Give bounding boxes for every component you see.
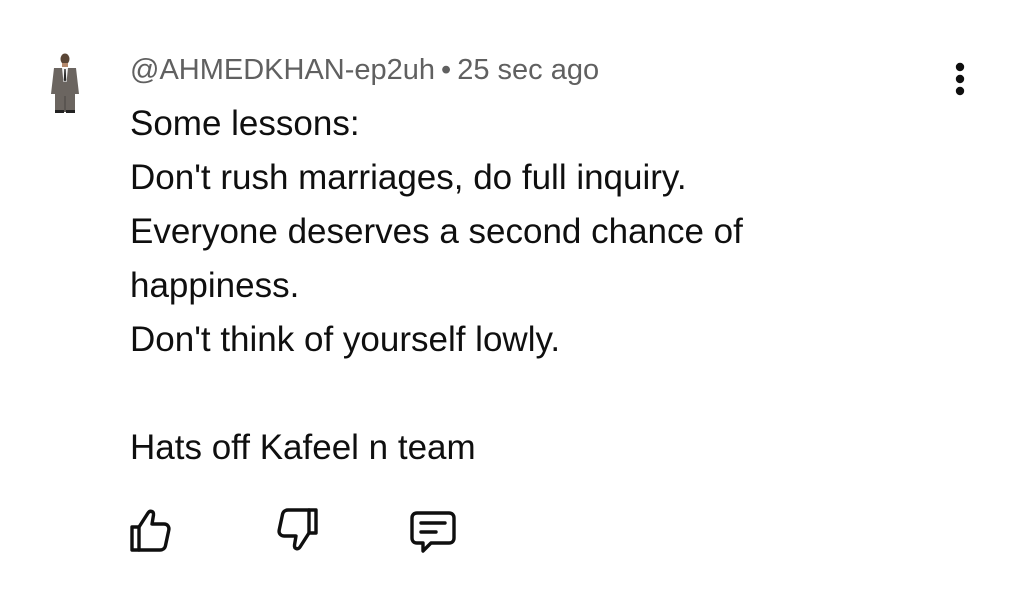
comment-actions	[0, 502, 1024, 572]
dislike-button[interactable]	[270, 502, 326, 558]
comment-line: Don't think of yourself lowly.	[130, 320, 561, 359]
more-vertical-icon	[955, 62, 965, 96]
more-options-button[interactable]	[940, 58, 980, 102]
comment-line: happiness.	[130, 266, 300, 305]
reply-comment-icon	[410, 511, 456, 553]
comment-text: Some lessons: Don't rush marriages, do f…	[130, 97, 910, 475]
author-name[interactable]: @AHMEDKHAN-ep2uh	[130, 54, 435, 86]
user-avatar-image	[51, 53, 79, 113]
comment-line: Don't rush marriages, do full inquiry.	[130, 158, 687, 197]
comment-line: Everyone deserves a second chance of	[130, 212, 743, 251]
thumbs-up-icon	[130, 509, 171, 552]
avatar[interactable]	[48, 52, 82, 114]
like-button[interactable]	[122, 502, 178, 558]
comment-meta: @AHMEDKHAN-ep2uh • 25 sec ago	[130, 52, 599, 88]
comment-timestamp[interactable]: 25 sec ago	[457, 54, 599, 86]
meta-separator: •	[441, 54, 452, 86]
comment-blank-line	[130, 367, 910, 421]
comment-line: Some lessons:	[130, 104, 360, 143]
comment-line: Hats off Kafeel n team	[130, 428, 476, 467]
thumbs-down-icon	[277, 508, 318, 551]
comment-card: @AHMEDKHAN-ep2uh • 25 sec ago Some lessons…	[0, 0, 1024, 613]
reply-button[interactable]	[405, 502, 461, 558]
